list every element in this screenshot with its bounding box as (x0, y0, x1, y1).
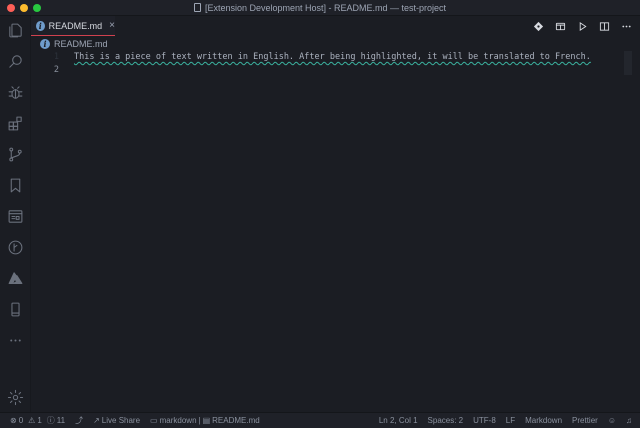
editor-actions (532, 20, 632, 32)
window-title: [Extension Development Host] - README.md… (193, 2, 447, 13)
live-share-icon: ↗ (93, 416, 100, 425)
document-icon (193, 3, 201, 12)
mobile-icon[interactable] (6, 300, 25, 319)
notifications-icon[interactable]: ♫ (626, 416, 632, 425)
language-breadcrumb-label: markdown (159, 416, 197, 425)
window-controls (7, 4, 41, 12)
status-file-label: README.md (212, 416, 260, 425)
language-breadcrumb[interactable]: ▭ markdown | ▤ README.md (150, 416, 260, 425)
settings-gear-icon[interactable] (6, 388, 25, 407)
more-actions-icon[interactable] (620, 20, 632, 32)
indentation[interactable]: Spaces: 2 (428, 416, 464, 425)
breadcrumb: i README.md (31, 37, 640, 51)
formatter[interactable]: Prettier (572, 416, 598, 425)
info-icon: i (36, 20, 45, 31)
git-graph-icon[interactable] (6, 238, 25, 257)
file-icon: ▤ (202, 416, 211, 425)
tab-readme[interactable]: i README.md × (31, 16, 115, 36)
bookmark-icon[interactable] (6, 176, 25, 195)
warning-icon: ⚠ (28, 416, 36, 425)
markdown-icon: ▭ (150, 416, 158, 425)
window-title-text: [Extension Development Host] - README.md… (204, 2, 447, 13)
search-icon[interactable] (6, 52, 25, 71)
live-share-button[interactable]: ↗ Live Share (93, 416, 140, 425)
source-control-icon[interactable] (6, 145, 25, 164)
editor-line: 2 (31, 64, 632, 77)
title-bar: [Extension Development Host] - README.md… (0, 0, 640, 16)
activity-bar (0, 16, 31, 412)
maximize-window-button[interactable] (33, 4, 41, 12)
line-text[interactable]: This is a piece of text written in Engli… (74, 51, 591, 64)
close-window-button[interactable] (7, 4, 15, 12)
minimize-window-button[interactable] (20, 4, 28, 12)
problems-indicator[interactable]: ⊗ 0 ⚠ 1 ⓘ 11 (10, 415, 65, 426)
encoding[interactable]: UTF-8 (473, 416, 496, 425)
warnings-count: 1 (37, 416, 42, 425)
tab-label: README.md (48, 20, 103, 31)
editor-line: 1 This is a piece of text written in Eng… (31, 51, 632, 64)
tab-bar: i README.md × (31, 16, 640, 36)
browser-preview-icon[interactable] (6, 207, 25, 226)
info-icon: i (40, 39, 50, 49)
close-tab-icon[interactable]: × (109, 20, 115, 31)
open-preview-icon[interactable] (554, 20, 566, 32)
scrollbar[interactable] (624, 51, 632, 75)
more-icon[interactable] (6, 331, 25, 350)
cursor-position[interactable]: Ln 2, Col 1 (379, 416, 418, 425)
errors-count: 0 (18, 416, 24, 425)
split-editor-icon[interactable] (598, 20, 610, 32)
editor[interactable]: 1 This is a piece of text written in Eng… (31, 51, 632, 412)
line-number: 1 (53, 52, 59, 62)
info-count: 11 (56, 416, 66, 425)
git-compare-icon[interactable] (532, 20, 544, 32)
files-icon[interactable] (6, 21, 25, 40)
azure-icon[interactable] (6, 269, 25, 288)
line-number: 2 (53, 65, 59, 75)
git-push-icon[interactable]: ⤴ (75, 415, 83, 426)
extensions-icon[interactable] (6, 114, 25, 133)
live-share-label: Live Share (101, 416, 141, 425)
error-icon: ⊗ (10, 416, 17, 425)
run-icon[interactable] (576, 20, 588, 32)
info-status-icon: ⓘ (46, 416, 55, 425)
debug-icon[interactable] (6, 83, 25, 102)
status-bar: ⊗ 0 ⚠ 1 ⓘ 11 ⤴ ↗ Live Share ▭ markdown |… (0, 412, 640, 428)
language-mode[interactable]: Markdown (525, 416, 562, 425)
feedback-icon[interactable]: ☺ (608, 416, 616, 425)
end-of-line[interactable]: LF (506, 416, 515, 425)
breadcrumb-file[interactable]: README.md (54, 39, 108, 49)
